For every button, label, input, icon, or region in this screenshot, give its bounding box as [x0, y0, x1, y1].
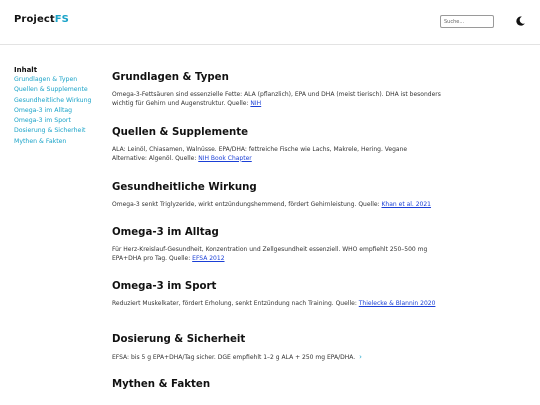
section-title: Omega-3 im Alltag	[112, 227, 219, 238]
section-body: Omega-3 senkt Triglyzeride, wirkt entzün…	[112, 201, 382, 208]
toc-item-gesundheit[interactable]: Gesundheitliche Wirkung	[14, 96, 104, 106]
source-link[interactable]: NIH Book Chapter	[198, 155, 252, 162]
toc-item-alltag[interactable]: Omega-3 im Alltag	[14, 106, 104, 116]
source-link[interactable]: Khan et al. 2021	[382, 201, 432, 208]
section-alltag: Omega-3 im Alltag Für Herz-Kreislauf-Ges…	[112, 226, 522, 263]
toc-item-mythen[interactable]: Mythen & Fakten	[14, 137, 104, 147]
section-text: Omega-3-Fettsäuren sind essenzielle Fett…	[112, 91, 442, 108]
toc-item-dosierung[interactable]: Dosierung & Sicherheit	[14, 126, 104, 136]
section-gesundheit: Gesundheitliche Wirkung Omega-3 senkt Tr…	[112, 181, 522, 210]
toc-item-grundlagen[interactable]: Grundlagen & Typen	[14, 75, 104, 85]
logo-accent: FS	[54, 14, 69, 25]
section-body: EFSA: bis 5 g EPA+DHA/Tag sicher. DGE em…	[112, 354, 356, 361]
section-title: Omega-3 im Sport	[112, 281, 217, 292]
source-link[interactable]: NIH	[250, 100, 261, 107]
chevron-right-icon[interactable]: ›	[359, 353, 362, 362]
section-text: Für Herz-Kreislauf-Gesundheit, Konzentra…	[112, 246, 442, 263]
section-text: Omega-3 senkt Triglyzeride, wirkt entzün…	[112, 201, 442, 210]
toc-item-sport[interactable]: Omega-3 im Sport	[14, 116, 104, 126]
section-body: Für Herz-Kreislauf-Gesundheit, Konzentra…	[112, 246, 428, 262]
toc-item-quellen[interactable]: Quellen & Supplemente	[14, 85, 104, 95]
section-sport: Omega-3 im Sport Reduziert Muskelkater, …	[112, 280, 522, 309]
section-text: ALA: Leinöl, Chiasamen, Walnüsse. EPA/DH…	[112, 146, 442, 163]
section-title: Gesundheitliche Wirkung	[112, 182, 257, 193]
section-title: Grundlagen & Typen	[112, 72, 229, 83]
section-title: Mythen & Fakten	[112, 379, 211, 390]
section-title: Quellen & Supplemente	[112, 127, 249, 138]
section-mythen: Mythen & Fakten	[112, 378, 522, 392]
section-body: ALA: Leinöl, Chiasamen, Walnüsse. EPA/DH…	[112, 146, 408, 162]
logo-main: Project	[14, 14, 55, 25]
section-quellen: Quellen & Supplemente ALA: Leinöl, Chias…	[112, 126, 522, 163]
source-link[interactable]: EFSA 2012	[192, 255, 224, 262]
logo[interactable]: ProjectFS	[14, 14, 69, 25]
main-content: Grundlagen & Typen Omega-3-Fettsäuren si…	[112, 0, 522, 405]
section-title: Dosierung & Sicherheit	[112, 334, 246, 345]
table-of-contents: Inhalt Grundlagen & Typen Quellen & Supp…	[14, 66, 104, 147]
section-text: Reduziert Muskelkater, fördert Erholung,…	[112, 300, 442, 309]
section-body: Reduziert Muskelkater, fördert Erholung,…	[112, 300, 359, 307]
source-link[interactable]: Thielecke & Blannin 2020	[359, 300, 436, 307]
section-grundlagen: Grundlagen & Typen Omega-3-Fettsäuren si…	[112, 71, 522, 108]
section-dosierung: Dosierung & Sicherheit EFSA: bis 5 g EPA…	[112, 333, 522, 363]
section-body: Omega-3-Fettsäuren sind essenzielle Fett…	[112, 91, 441, 107]
section-text: EFSA: bis 5 g EPA+DHA/Tag sicher. DGE em…	[112, 353, 442, 363]
toc-title: Inhalt	[14, 66, 38, 74]
